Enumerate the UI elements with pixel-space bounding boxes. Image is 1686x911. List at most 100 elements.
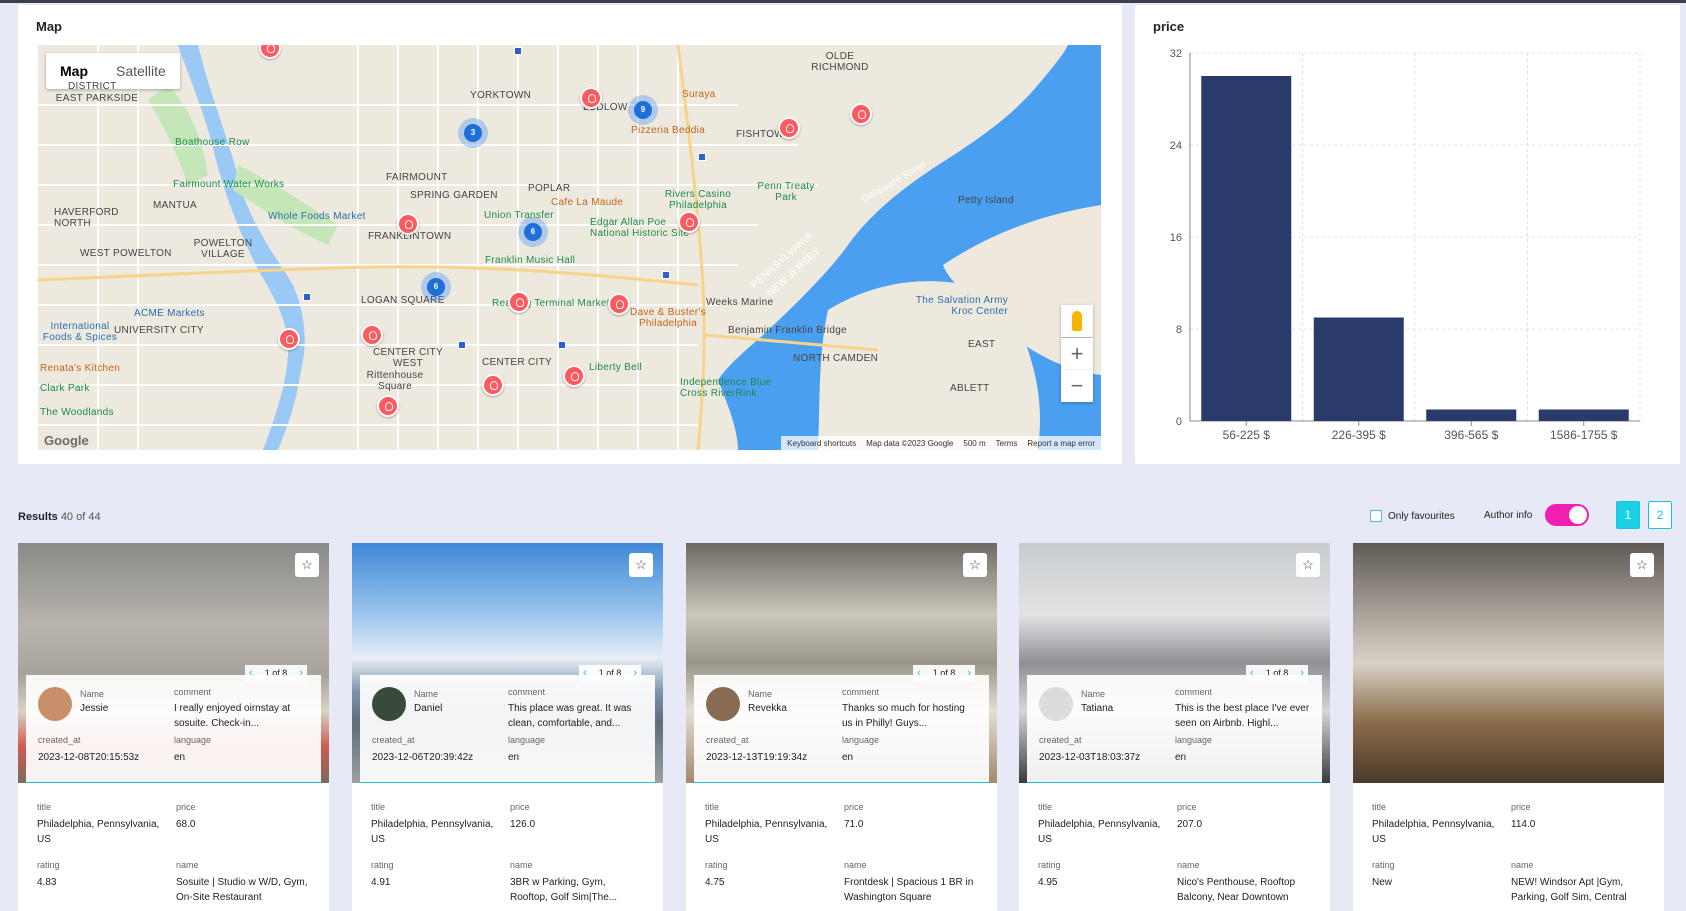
- map-label: Weeks Marine: [706, 297, 774, 308]
- x-tick-label: 226-395 $: [1332, 428, 1386, 442]
- map-canvas[interactable]: Map Satellite YORKTOWN LUDLOW FISHTOWN O…: [38, 45, 1101, 450]
- author-info-overlay: Name Revekka comment Thanks so much for …: [694, 675, 989, 783]
- favourite-star-icon[interactable]: ☆: [629, 553, 653, 577]
- listing-pin[interactable]: [580, 87, 602, 109]
- listing-title: Philadelphia, Pennsylvania, US: [37, 819, 160, 845]
- map-label: Pizzeria Beddia: [631, 125, 705, 136]
- map-label: POPLAR: [528, 183, 571, 194]
- map-label: Liberty Bell: [589, 362, 643, 373]
- only-favourites-filter[interactable]: Only favourites: [1370, 510, 1455, 522]
- created-at-value: 2023-12-06T20:39:42z: [372, 752, 474, 763]
- avatar: [706, 687, 740, 721]
- name-label: name: [1177, 860, 1200, 870]
- map-label: CENTER CITY: [482, 357, 552, 368]
- map-label: The Woodlands: [40, 407, 114, 418]
- map-label: Renata's Kitchen: [40, 363, 121, 374]
- favourite-star-icon[interactable]: ☆: [295, 553, 319, 577]
- map-footer: Keyboard shortcuts Map data ©2023 Google…: [781, 436, 1101, 450]
- author-info-overlay: Name Jessie comment I really enjoyed oir…: [26, 675, 321, 783]
- price-label: price: [176, 802, 196, 812]
- rating-label: rating: [37, 860, 60, 870]
- listing-pin[interactable]: [361, 324, 383, 346]
- listing-cluster[interactable]: 3: [458, 118, 488, 148]
- listing-name: Frontdesk | Spacious 1 BR in Washington …: [844, 877, 974, 903]
- price-label: price: [510, 802, 530, 812]
- cluster-count: 6: [524, 223, 542, 241]
- listing-card[interactable]: ☆ ‹ 1 of 8 › Name Revekka comment Thanks…: [686, 543, 997, 911]
- listing-pin[interactable]: [278, 328, 300, 350]
- avatar: [1039, 687, 1073, 721]
- name-label: Name: [80, 689, 105, 699]
- title-label: title: [705, 802, 720, 812]
- comment-label: comment: [508, 687, 546, 697]
- listing-pin[interactable]: [508, 291, 530, 313]
- page-2-button[interactable]: 2: [1648, 501, 1672, 529]
- zoom-out-button[interactable]: −: [1061, 370, 1093, 402]
- listing-name: NEW! Windsor Apt |Gym, Parking, Golf Sim…: [1511, 877, 1627, 903]
- page-1-button[interactable]: 1: [1616, 501, 1640, 529]
- author-info-overlay: Name Daniel comment This place was great…: [360, 675, 655, 783]
- report-map-error-link[interactable]: Report a map error: [1027, 439, 1095, 448]
- keyboard-shortcuts-link[interactable]: Keyboard shortcuts: [787, 439, 856, 448]
- listing-card[interactable]: ☆ ‹ 1 of 8 › Name Tatiana comment This i…: [1019, 543, 1330, 911]
- listing-price: 71.0: [844, 819, 864, 830]
- price-histogram: 0 8 16 24 32 56-225 $ 226-395 $ 396-565 $ 1586-1…: [1170, 48, 1641, 442]
- listing-pin[interactable]: [608, 293, 630, 315]
- language-value: en: [508, 752, 520, 763]
- listing-pin[interactable]: [778, 117, 800, 139]
- listing-cluster[interactable]: 6: [518, 217, 548, 247]
- only-favourites-checkbox[interactable]: [1370, 510, 1382, 522]
- comment-label: comment: [1175, 687, 1213, 697]
- map-label: Clark Park: [40, 383, 90, 394]
- favourite-star-icon[interactable]: ☆: [1296, 553, 1320, 577]
- listing-pin[interactable]: [397, 213, 419, 235]
- rating-label: rating: [1372, 860, 1395, 870]
- map-label: EAST: [968, 339, 996, 350]
- author-info-toggle[interactable]: [1545, 504, 1589, 526]
- listing-card[interactable]: ☆ title Philadelphia, Pennsylvania, US p…: [1353, 543, 1664, 911]
- created-at-label: created_at: [1039, 735, 1082, 745]
- transit-icon: [514, 47, 522, 55]
- title-label: title: [1372, 802, 1387, 812]
- listing-photo[interactable]: [1353, 543, 1664, 783]
- listing-pin[interactable]: [850, 103, 872, 125]
- map-label: FAIRMOUNT: [386, 172, 448, 183]
- name-label: name: [844, 860, 867, 870]
- results-summary: Results 40 of 44: [18, 511, 101, 523]
- map-label: Petty Island: [958, 195, 1014, 206]
- favourite-star-icon[interactable]: ☆: [963, 553, 987, 577]
- street-view-pegman-icon[interactable]: [1061, 305, 1093, 337]
- listing-pin[interactable]: [678, 211, 700, 233]
- listing-card[interactable]: ☆ ‹ 1 of 8 › Name Daniel comment This pl…: [352, 543, 663, 911]
- map-label: Franklin Music Hall: [485, 255, 576, 266]
- map-label: POWELTON VILLAGE: [193, 238, 253, 260]
- map-label: Suraya: [682, 89, 716, 100]
- listing-pin[interactable]: [377, 395, 399, 417]
- x-tick-label: 56-225 $: [1223, 428, 1271, 442]
- terms-link[interactable]: Terms: [996, 439, 1018, 448]
- listing-card[interactable]: ☆ ‹ 1 of 8 › Name Jessie comment I reall…: [18, 543, 329, 911]
- price-chart-panel: price 0 8 16 24 32 56-225 $ 226-395 $ 396-565 $…: [1135, 5, 1680, 464]
- bar: [1313, 317, 1404, 421]
- favourite-star-icon[interactable]: ☆: [1630, 553, 1654, 577]
- language-value: en: [842, 752, 854, 763]
- listing-pin[interactable]: [482, 374, 504, 396]
- listing-rating: 4.95: [1038, 877, 1058, 888]
- listing-cluster[interactable]: 6: [421, 272, 451, 302]
- author-info-overlay: Name Tatiana comment This is the best pl…: [1027, 675, 1322, 783]
- cluster-count: 6: [427, 278, 445, 296]
- map-label: ACME Markets: [134, 308, 205, 319]
- created-at-label: created_at: [372, 735, 415, 745]
- transit-icon: [303, 293, 311, 301]
- map-label: NORTH CAMDEN: [793, 353, 879, 364]
- map-label: DISTRICT: [68, 81, 117, 92]
- map-label: WEST POWELTON: [80, 248, 172, 259]
- map-label: UNIVERSITY CITY: [114, 325, 204, 336]
- y-tick-label: 8: [1176, 324, 1182, 336]
- map-label: International Foods & Spices: [42, 321, 118, 343]
- zoom-in-button[interactable]: +: [1061, 338, 1093, 370]
- y-tick-label: 32: [1170, 48, 1182, 60]
- listing-pin[interactable]: [563, 365, 585, 387]
- author-name: Revekka: [748, 703, 787, 714]
- listing-cluster[interactable]: 9: [628, 95, 658, 125]
